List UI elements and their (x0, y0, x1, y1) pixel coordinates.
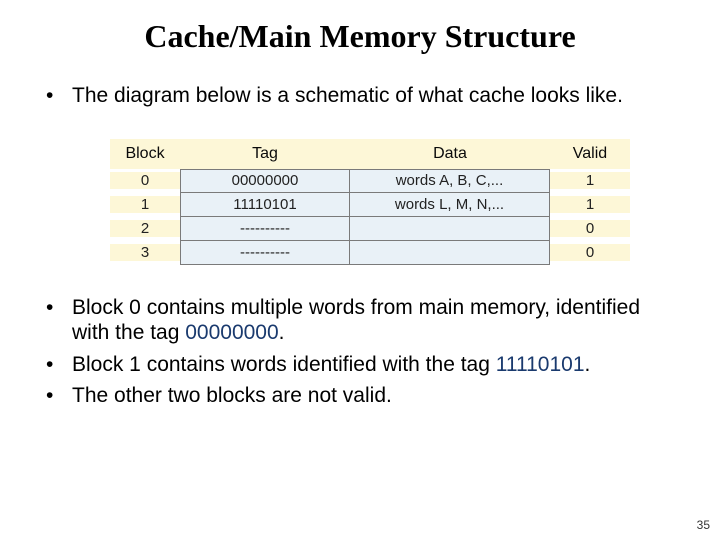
cell-valid: 0 (550, 244, 630, 261)
cell-valid: 1 (550, 196, 630, 213)
cell-tag: ---------- (180, 217, 350, 241)
note-text: Block 1 contains words identified with t… (72, 353, 496, 376)
cell-data (350, 241, 550, 265)
cell-block: 0 (110, 172, 180, 189)
slide-title: Cache/Main Memory Structure (40, 18, 680, 55)
table-row: 2 ---------- 0 (110, 217, 630, 241)
cell-valid: 0 (550, 220, 630, 237)
note-text: Block 0 contains multiple words from mai… (72, 296, 640, 345)
table-row: 3 ---------- 0 (110, 241, 630, 265)
cell-data: words A, B, C,... (350, 169, 550, 193)
cell-tag: 11110101 (180, 193, 350, 217)
note-text: . (279, 321, 285, 344)
slide-number: 35 (697, 518, 710, 532)
cell-data (350, 217, 550, 241)
cell-tag: ---------- (180, 241, 350, 265)
note-text: . (585, 353, 591, 376)
cell-block: 2 (110, 220, 180, 237)
cell-valid: 1 (550, 172, 630, 189)
intro-list: The diagram below is a schematic of what… (40, 83, 680, 109)
header-data: Data (350, 145, 550, 163)
note-bullet-1: Block 1 contains words identified with t… (40, 352, 680, 378)
intro-bullet: The diagram below is a schematic of what… (40, 83, 680, 109)
diagram-header-row: Block Tag Data Valid (110, 139, 630, 169)
table-row: 0 00000000 words A, B, C,... 1 (110, 169, 630, 193)
note-bullet-2: The other two blocks are not valid. (40, 383, 680, 409)
notes-list: Block 0 contains multiple words from mai… (40, 295, 680, 409)
note-bullet-0: Block 0 contains multiple words from mai… (40, 295, 680, 346)
header-tag: Tag (180, 145, 350, 163)
tag-literal: 11110101 (496, 353, 585, 376)
header-valid: Valid (550, 145, 630, 163)
table-row: 1 11110101 words L, M, N,... 1 (110, 193, 630, 217)
header-block: Block (110, 145, 180, 163)
cell-tag: 00000000 (180, 169, 350, 193)
cell-block: 3 (110, 244, 180, 261)
cell-data: words L, M, N,... (350, 193, 550, 217)
cache-diagram: Block Tag Data Valid 0 00000000 words A,… (110, 139, 630, 265)
cell-block: 1 (110, 196, 180, 213)
tag-literal: 00000000 (185, 321, 278, 344)
